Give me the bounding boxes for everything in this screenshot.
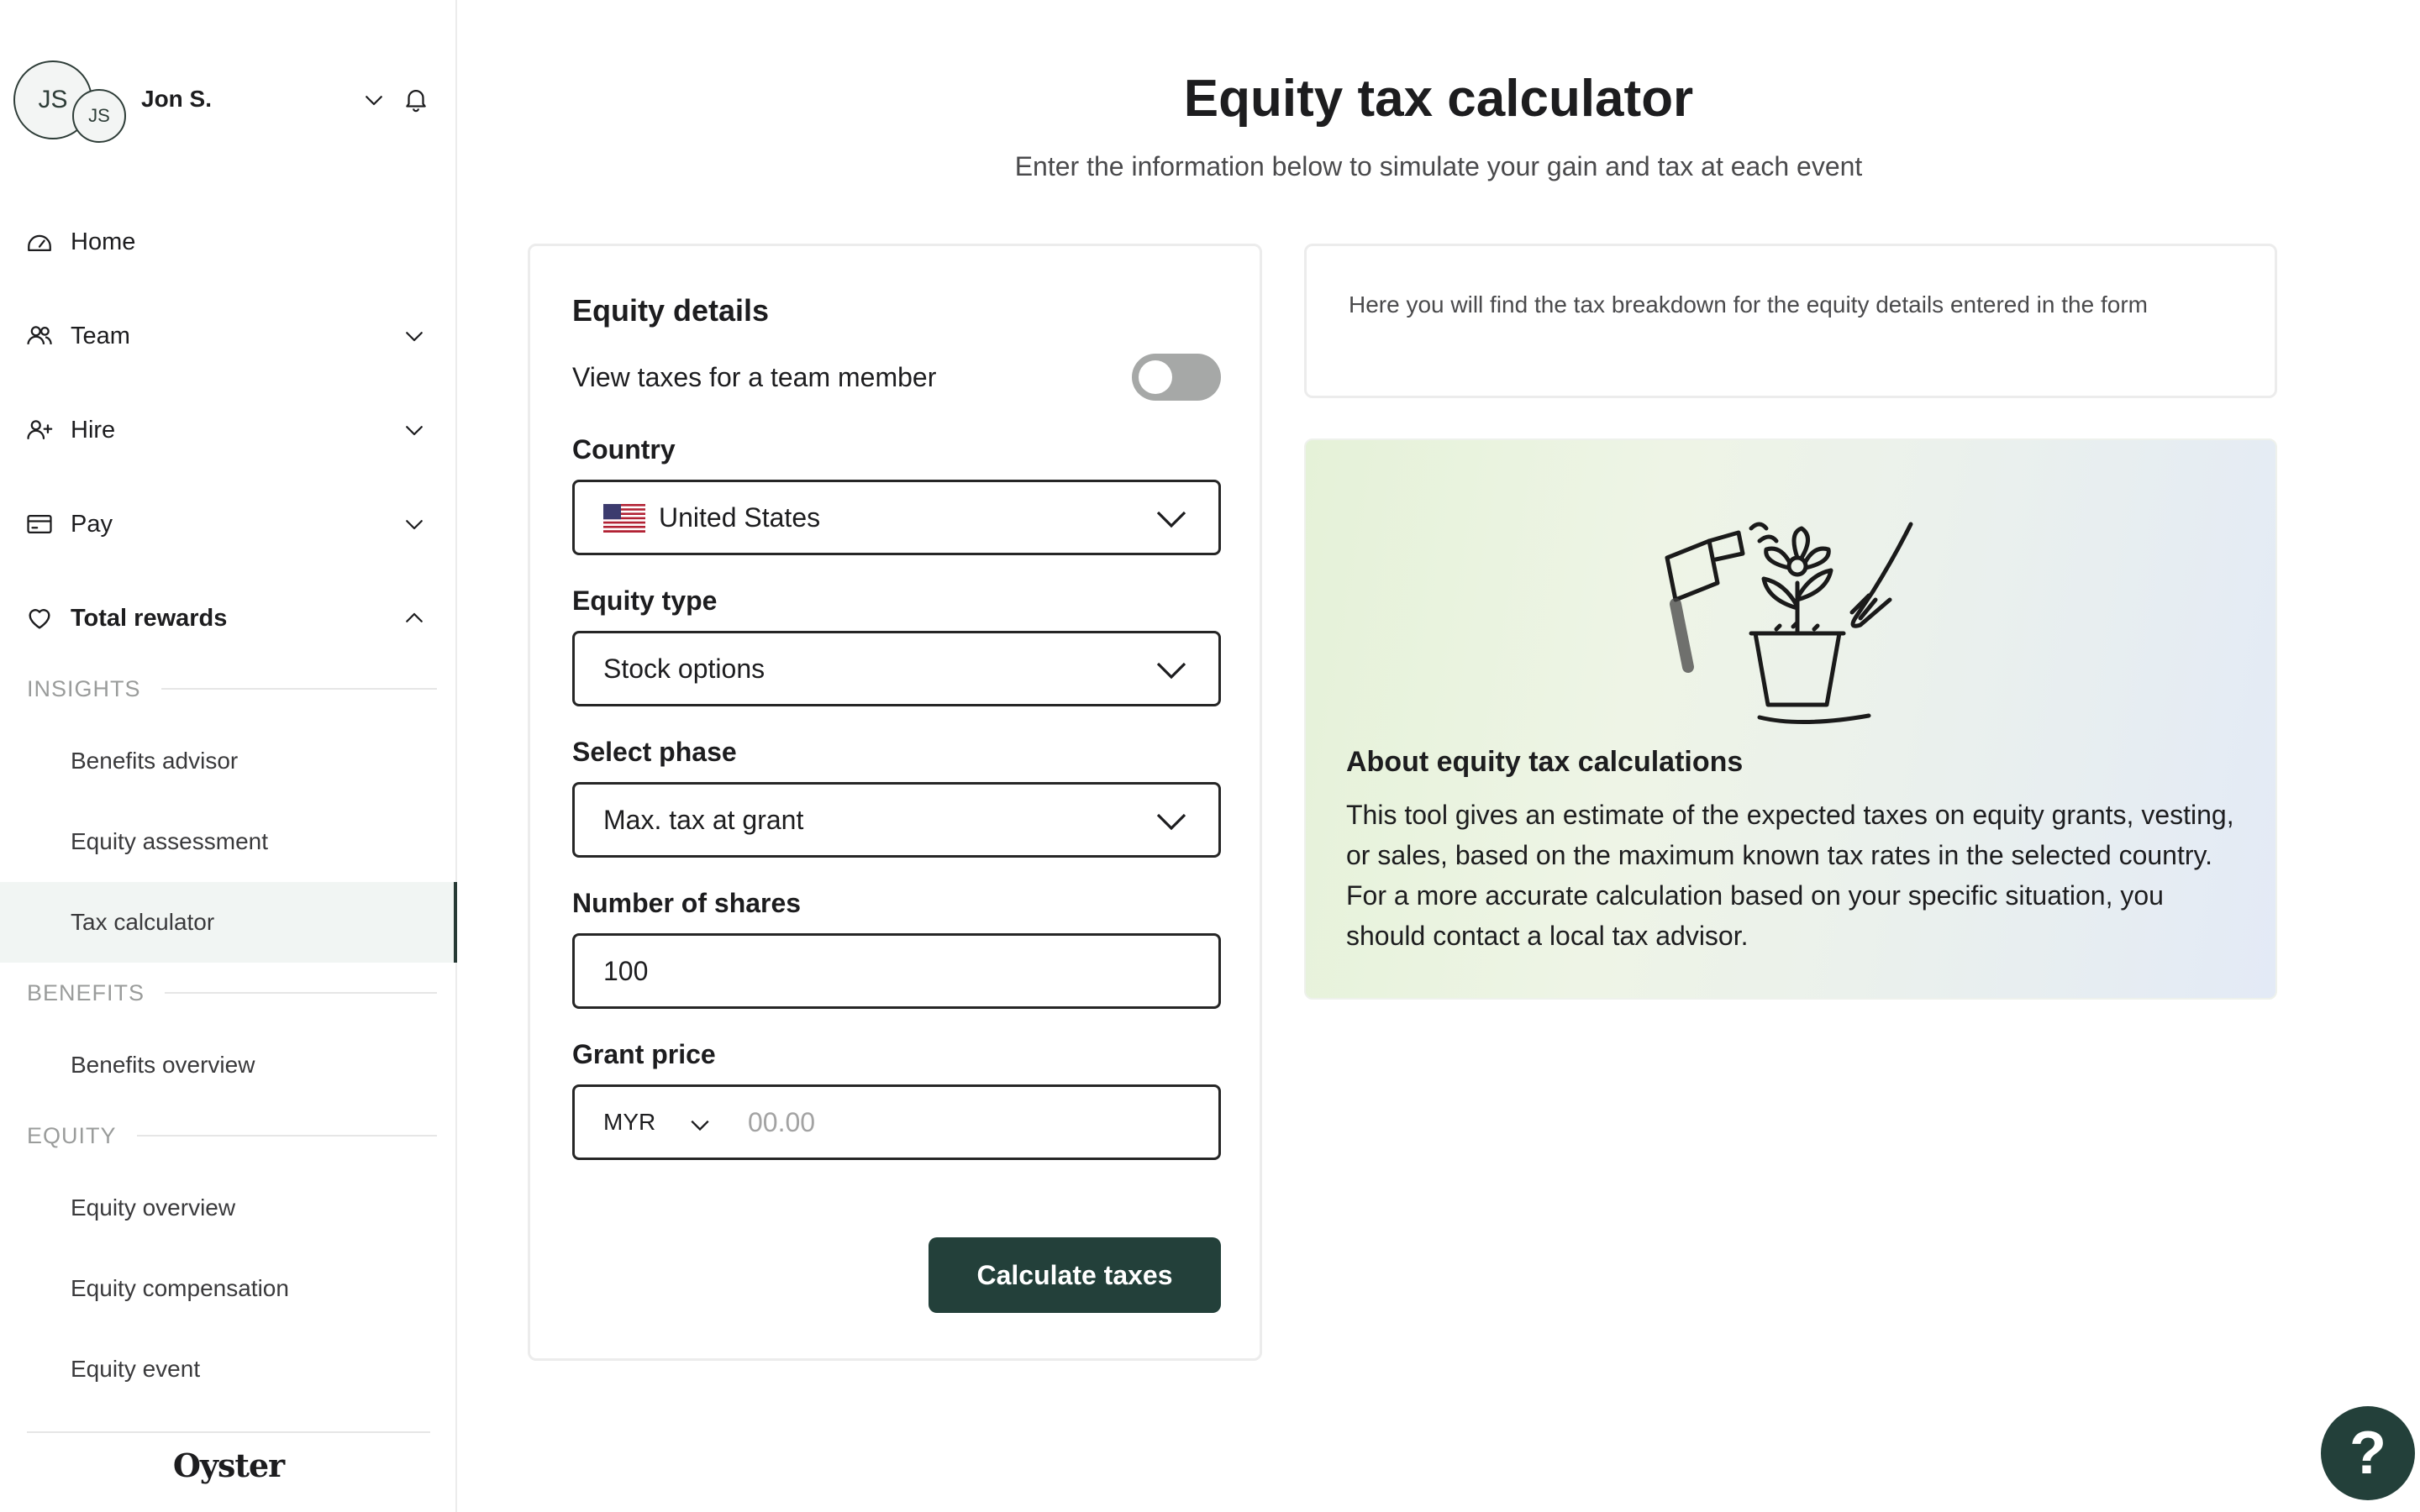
home-dashboard-icon bbox=[28, 234, 51, 252]
section-label: EQUITY bbox=[27, 1122, 117, 1148]
help-button[interactable]: ? bbox=[2321, 1406, 2415, 1500]
shares-label: Number of shares bbox=[572, 888, 802, 918]
about-info-card: About equity tax calculations This tool … bbox=[1304, 438, 2277, 1000]
chevron-down-icon[interactable] bbox=[689, 1116, 711, 1134]
chevron-down-icon bbox=[1156, 813, 1186, 831]
sidebar-item-equity-overview[interactable]: Equity overview bbox=[0, 1168, 457, 1248]
chevron-down-icon[interactable] bbox=[361, 87, 387, 113]
sidebar-item-benefits-advisor[interactable]: Benefits advisor bbox=[0, 721, 457, 801]
secondary-avatar: JS bbox=[72, 89, 126, 143]
country-value: United States bbox=[659, 501, 821, 533]
sidebar-item-home[interactable]: Home bbox=[0, 218, 457, 265]
divider bbox=[165, 992, 437, 994]
grant-price-label: Grant price bbox=[572, 1039, 716, 1069]
equity-details-form: Equity details View taxes for a team mem… bbox=[528, 244, 1262, 1361]
chevron-down-icon[interactable] bbox=[402, 512, 427, 537]
sidebar-item-pay[interactable]: Pay bbox=[0, 501, 457, 548]
sidebar-item-label: Equity assessment bbox=[71, 828, 268, 854]
question-mark-icon: ? bbox=[2349, 1420, 2386, 1487]
section-label: INSIGHTS bbox=[27, 675, 141, 701]
equity-type-value: Stock options bbox=[603, 653, 765, 684]
sidebar-item-label: Equity event bbox=[71, 1356, 201, 1382]
divider bbox=[136, 1135, 437, 1137]
toggle-label: View taxes for a team member bbox=[572, 362, 937, 392]
sidebar-item-total-rewards[interactable]: Total rewards bbox=[0, 595, 457, 642]
sidebar-item-label: Team bbox=[71, 322, 130, 349]
add-person-icon bbox=[27, 420, 53, 440]
chevron-up-icon[interactable] bbox=[402, 606, 427, 631]
team-member-toggle[interactable] bbox=[1132, 354, 1221, 401]
equity-type-label: Equity type bbox=[572, 585, 718, 616]
about-title: About equity tax calculations bbox=[1346, 746, 1744, 778]
brand-logo[interactable]: Oyster bbox=[0, 1446, 457, 1484]
sidebar-item-label: Equity compensation bbox=[71, 1275, 289, 1301]
sidebar-item-label: Equity overview bbox=[71, 1194, 236, 1221]
divider bbox=[27, 1431, 430, 1433]
sidebar-item-benefits-overview[interactable]: Benefits overview bbox=[0, 1025, 457, 1105]
sidebar-item-label: Benefits overview bbox=[71, 1052, 255, 1078]
sidebar-item-equity-assessment[interactable]: Equity assessment bbox=[0, 801, 457, 882]
form-title: Equity details bbox=[572, 293, 770, 328]
section-label: BENEFITS bbox=[27, 979, 145, 1005]
country-label: Country bbox=[572, 434, 676, 465]
sidebar-item-label: Hire bbox=[71, 416, 116, 444]
sidebar-item-equity-event[interactable]: Equity event bbox=[0, 1329, 457, 1410]
sidebar-item-label: Total rewards bbox=[71, 604, 228, 632]
breakdown-placeholder-text: Here you will find the tax breakdown for… bbox=[1349, 291, 2148, 318]
phase-value: Max. tax at grant bbox=[603, 804, 804, 835]
grant-price-input[interactable]: 00.00 bbox=[748, 1107, 815, 1138]
tax-breakdown-panel: Here you will find the tax breakdown for… bbox=[1304, 244, 2277, 398]
app-root: JS JS Jon S. Home Team Hire Pay Total re… bbox=[0, 0, 2420, 1512]
user-menu[interactable]: JS JS Jon S. bbox=[13, 60, 434, 144]
sidebar-item-team[interactable]: Team bbox=[0, 312, 457, 360]
about-text: This tool gives an estimate of the expec… bbox=[1346, 800, 2234, 951]
equity-type-select[interactable]: Stock options bbox=[572, 631, 1221, 706]
currency-select[interactable]: MYR bbox=[603, 1109, 655, 1136]
team-icon bbox=[27, 326, 52, 345]
phase-label: Select phase bbox=[572, 737, 737, 767]
wallet-icon bbox=[27, 514, 52, 534]
sidebar-item-label: Tax calculator bbox=[71, 909, 215, 935]
sidebar: JS JS Jon S. Home Team Hire Pay Total re… bbox=[0, 0, 457, 1512]
shares-input[interactable]: 100 bbox=[572, 933, 1221, 1009]
calculate-taxes-button[interactable]: Calculate taxes bbox=[929, 1237, 1221, 1313]
chevron-down-icon bbox=[1156, 662, 1186, 680]
sidebar-item-label: Home bbox=[71, 228, 136, 255]
heart-icon bbox=[29, 609, 50, 629]
chevron-down-icon bbox=[1156, 511, 1186, 528]
section-insights: INSIGHTS bbox=[27, 672, 437, 706]
sidebar-item-label: Benefits advisor bbox=[71, 748, 239, 774]
divider bbox=[160, 688, 437, 690]
section-equity: EQUITY bbox=[27, 1119, 437, 1152]
us-flag-icon bbox=[603, 504, 645, 533]
watering-plant-illustration bbox=[1665, 522, 1913, 724]
sidebar-item-label: Pay bbox=[71, 510, 113, 538]
sidebar-item-hire[interactable]: Hire bbox=[0, 407, 457, 454]
chevron-down-icon[interactable] bbox=[402, 417, 427, 443]
sidebar-item-tax-calculator[interactable]: Tax calculator bbox=[0, 882, 457, 963]
toggle-knob bbox=[1139, 360, 1172, 394]
shares-value: 100 bbox=[603, 955, 649, 986]
country-select[interactable]: United States bbox=[572, 480, 1221, 555]
page-title: Equity tax calculator bbox=[1183, 70, 1694, 128]
chevron-down-icon[interactable] bbox=[402, 323, 427, 349]
phase-select[interactable]: Max. tax at grant bbox=[572, 782, 1221, 858]
section-benefits: BENEFITS bbox=[27, 976, 437, 1010]
user-name[interactable]: Jon S. bbox=[141, 86, 212, 113]
bell-icon[interactable] bbox=[402, 84, 430, 114]
sidebar-item-equity-compensation[interactable]: Equity compensation bbox=[0, 1248, 457, 1329]
page-subtitle: Enter the information below to simulate … bbox=[1014, 151, 1863, 181]
grant-price-field: MYR 00.00 bbox=[572, 1084, 1221, 1160]
